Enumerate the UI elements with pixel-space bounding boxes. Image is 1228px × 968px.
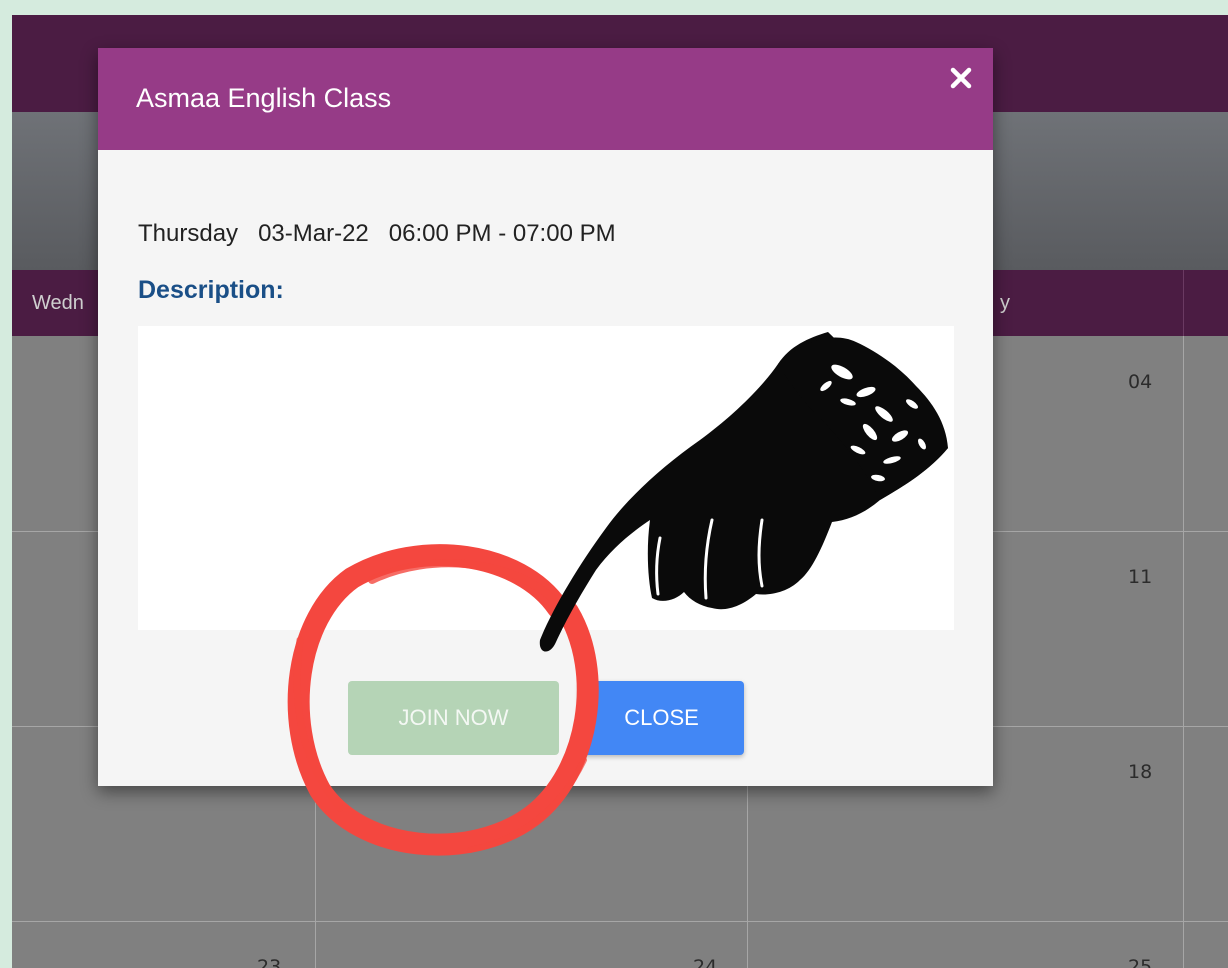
calendar-day-cell[interactable]: 25 <box>1128 956 1152 968</box>
day-header-partial: y <box>1000 292 1010 314</box>
calendar-day-cell[interactable]: 23 <box>257 956 281 968</box>
header-divider <box>1183 270 1184 336</box>
grid-column-divider <box>1183 336 1184 968</box>
calendar-day-cell[interactable]: 24 <box>693 956 717 968</box>
description-box <box>138 326 954 630</box>
event-day: Thursday <box>138 220 239 247</box>
event-datetime: Thursday 03-Mar-22 06:00 PM - 07:00 PM <box>138 220 616 248</box>
close-button[interactable]: CLOSE <box>579 681 744 755</box>
event-modal: Asmaa English Class Thursday 03-Mar-22 0… <box>98 48 993 786</box>
event-time: 06:00 PM - 07:00 PM <box>388 220 616 247</box>
event-date: 03-Mar-22 <box>258 220 369 247</box>
join-now-button[interactable]: JOIN NOW <box>348 681 559 755</box>
modal-header: Asmaa English Class <box>98 48 993 150</box>
calendar-day-cell[interactable]: 18 <box>1128 761 1152 783</box>
calendar-day-cell[interactable]: 11 <box>1128 566 1152 588</box>
close-x-icon[interactable] <box>945 62 977 94</box>
calendar-day-cell[interactable]: 04 <box>1128 371 1152 393</box>
modal-title: Asmaa English Class <box>136 83 392 113</box>
day-header-wednesday: Wedn <box>32 292 84 314</box>
grid-row-divider <box>12 921 1228 922</box>
description-label: Description: <box>138 276 284 304</box>
